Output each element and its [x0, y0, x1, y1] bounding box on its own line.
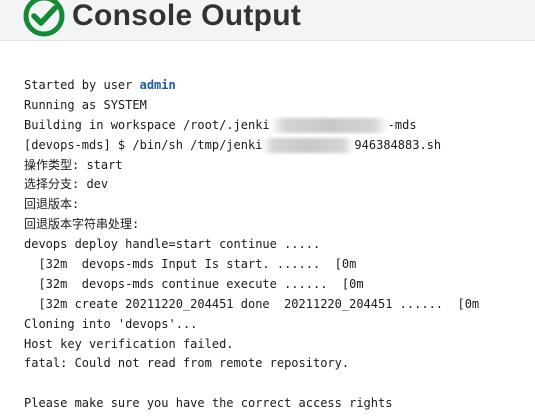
log-line-script: [devops-mds] $ /bin/sh /tmp/jenki 9463848…	[24, 136, 529, 156]
log-line-started-by: Started by user admin	[24, 76, 529, 96]
log-line-workspace: Building in workspace /root/.jenki -mds	[24, 116, 529, 136]
log-line: Cloning into 'devops'...	[24, 316, 198, 331]
started-by-label: Started by user	[24, 78, 140, 92]
log-line-blank	[24, 374, 529, 394]
script-command: [devops-mds] $ /bin/sh /tmp/jenki	[24, 137, 263, 152]
log-line: [32m devops-mds Input Is start. ...... […	[24, 257, 357, 272]
log-line: [32m create 20211220_204451 done 2021122…	[24, 296, 480, 311]
workspace-suffix: -mds	[387, 117, 417, 132]
log-line: 回退版本字符串处理:	[24, 217, 140, 232]
check-circle-icon	[23, 0, 65, 37]
console-output-page: Console Output Started by user admin Run…	[0, 0, 535, 417]
user-link-admin[interactable]: admin	[140, 78, 176, 92]
redacted-blur	[262, 137, 355, 153]
workspace-path: Building in workspace /root/.jenki	[24, 117, 270, 132]
log-line: Host key verification failed.	[24, 336, 234, 351]
page-title: Console Output	[72, 0, 302, 32]
page-heading: Console Output	[22, 0, 302, 40]
script-suffix: 946384883.sh	[354, 137, 442, 152]
header-bar: Console Output	[0, 0, 535, 41]
log-line: 操作类型: start	[24, 157, 123, 172]
log-line: [32m devops-mds continue execute ...... …	[24, 276, 364, 291]
log-line: 回退版本:	[24, 197, 80, 212]
log-line: fatal: Could not read from remote reposi…	[24, 356, 350, 371]
log-line: devops deploy handle=start continue ....…	[24, 237, 321, 252]
log-line: 选择分支: dev	[24, 177, 109, 192]
log-line: Running as SYSTEM	[24, 97, 147, 112]
log-line: Please make sure you have the correct ac…	[24, 396, 393, 411]
console-log: Started by user admin Running as SYSTEM …	[24, 76, 529, 414]
redacted-blur	[269, 117, 388, 133]
